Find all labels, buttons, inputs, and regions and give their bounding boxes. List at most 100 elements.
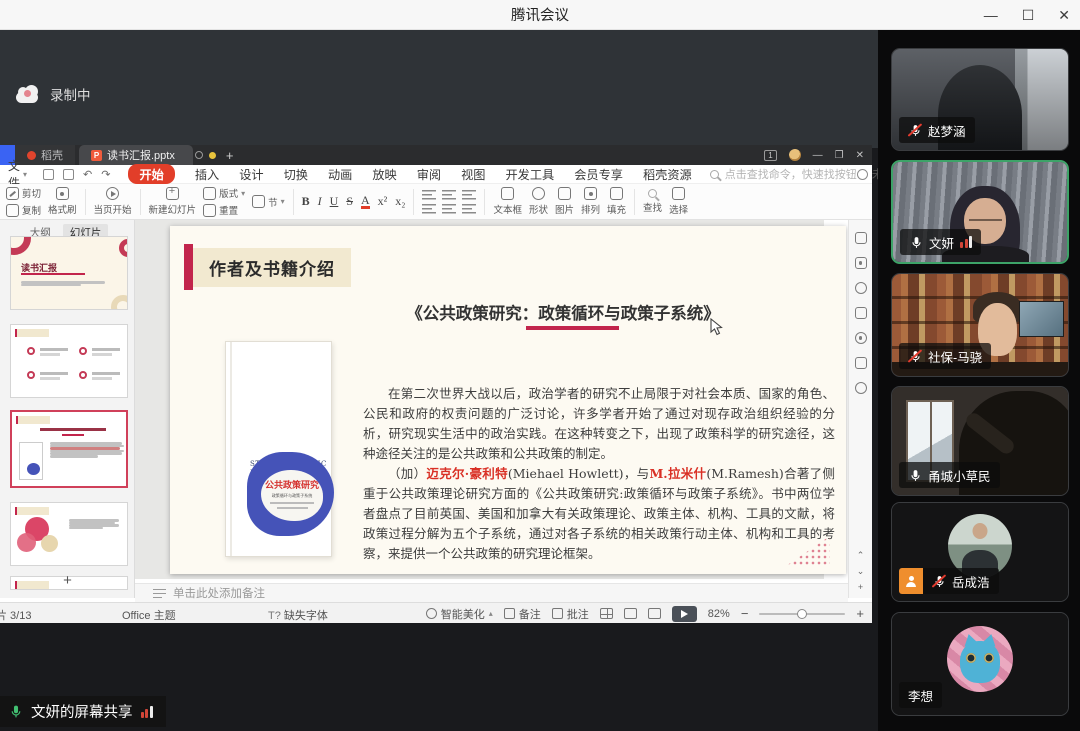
close-button[interactable]: ✕ [1058,7,1070,24]
superscript-button[interactable]: x² [378,194,388,209]
italic-button[interactable]: I [318,194,322,209]
ribbon-tab-devtools[interactable]: 开发工具 [505,165,554,183]
undo-icon[interactable]: ↶ [83,168,92,181]
arrange-button[interactable]: 排列 [581,187,600,216]
command-search[interactable]: 点击查找命令，快速找按钮 [710,166,857,182]
minimize-button[interactable]: — [984,7,998,23]
print-icon[interactable] [63,169,74,180]
number-list-icon[interactable] [442,190,456,200]
new-tab-button[interactable]: + [216,145,244,165]
cut-button[interactable]: 剪切 [6,186,41,200]
wps-close-icon[interactable]: ✕ [856,150,864,161]
ribbon-tab-insert[interactable]: 插入 [195,165,219,183]
image-tools-icon[interactable] [855,357,867,369]
animation-pane-icon[interactable] [855,232,867,244]
properties-icon[interactable] [855,257,867,269]
ribbon-tab-member[interactable]: 会员专享 [574,165,623,183]
add-slide-button[interactable]: + [0,572,135,589]
participant-tile-shebaomaxiao[interactable]: 社保-马骁 [891,273,1069,377]
beautify-icon[interactable] [855,282,867,294]
format-painter-button[interactable]: 格式刷 [48,187,77,216]
slide-thumbnail-3-selected[interactable] [10,410,128,488]
ribbon-tab-slideshow[interactable]: 放映 [372,165,396,183]
slide-heading[interactable]: 《公共政策研究：政策循环与政策子系统》 [290,300,836,324]
zoom-level[interactable]: 82% [708,608,730,620]
ribbon-tab-review[interactable]: 审阅 [417,165,441,183]
help-icon[interactable] [855,332,867,344]
font-color-button[interactable]: A [361,195,370,209]
participant-tile-zhaomenghan[interactable]: 赵梦涵 [891,48,1069,151]
ribbon-tab-transition[interactable]: 切换 [284,165,308,183]
wps-minimize-icon[interactable]: — [813,150,823,161]
zoom-in-button[interactable]: + [856,606,864,621]
underline-button[interactable]: U [330,194,339,209]
wps-menu-row: 文件 ▾ ↶ ↷ 开始 插入 设计 切换 动画 放映 审阅 视图 [0,165,872,184]
select-button[interactable]: 选择 [669,187,688,216]
zoom-slider-knob[interactable] [797,609,807,619]
fill-button[interactable]: 填充 [607,187,626,216]
selection-pane-icon[interactable] [855,307,867,319]
shape-button[interactable]: 形状 [529,187,548,216]
redo-icon[interactable]: ↷ [101,168,110,181]
play-from-current-button[interactable]: 当页开始 [94,187,132,216]
align-left-icon[interactable] [422,204,436,214]
slide-thumbnail-4[interactable] [10,502,128,566]
ribbon-tabs: 开始 插入 设计 切换 动画 放映 审阅 视图 开发工具 会员专享 稻壳资源 [128,164,691,184]
indent-icon[interactable] [462,190,476,200]
textbox-button[interactable]: 文本框 [493,187,522,216]
participant-tile-yongchengxiaocaomin[interactable]: 甬城小草民 [891,386,1069,496]
notes-bar[interactable]: 单击此处添加备注 [135,583,848,602]
book-subtitle: 政策循环与政策子系统 [264,493,320,498]
save-icon[interactable] [43,169,54,180]
ribbon-tab-docer-res[interactable]: 稻壳资源 [643,165,692,183]
bullet-list-icon[interactable] [422,190,436,200]
participant-tile-wenyan-speaking[interactable]: 文妍 [891,160,1069,264]
sorter-view-icon[interactable] [624,608,637,619]
section-button[interactable]: 节▾ [252,195,285,209]
zoom-out-button[interactable]: − [741,606,749,621]
next-slide-icon[interactable]: ⌄ [857,566,865,577]
participant-tile-yuechenghao[interactable]: 岳成浩 [891,502,1069,602]
ribbon-tab-animation[interactable]: 动画 [328,165,352,183]
ribbon-tab-design[interactable]: 设计 [239,165,263,183]
slide-thumbnail-2[interactable] [10,324,128,398]
wps-restore-icon[interactable]: ❐ [835,150,844,161]
workspace-badge[interactable]: 1 [764,150,776,161]
missing-font-status[interactable]: T? 缺失字体 [268,607,328,623]
comments-toggle[interactable]: 批注 [552,606,589,622]
notes-toggle[interactable]: 备注 [504,606,541,622]
bold-button[interactable]: B [302,194,310,209]
layout-button[interactable]: 版式▾ [203,186,245,200]
book-cover-blob: 公共政策研究 政策循环与政策子系统 [247,452,334,536]
book-cover-image[interactable]: STUDYING PUBLIC POLICY 公共政策研究 政策循环与政策子系统 [225,341,332,557]
slide-title-box[interactable]: 作者及书籍介绍 [193,248,351,287]
reading-view-icon[interactable] [648,608,661,619]
picture-button[interactable]: 图片 [555,187,574,216]
normal-view-icon[interactable] [600,608,613,619]
slideshow-play-button[interactable] [672,606,697,622]
ribbon-tab-view[interactable]: 视图 [461,165,485,183]
maximize-button[interactable]: ☐ [1022,7,1035,24]
share-badge-label: 文妍的屏幕共享 [31,701,133,722]
theme-status[interactable]: Office 主题 [122,607,176,623]
subscript-button[interactable]: x₂ [395,194,405,209]
wps-account-avatar[interactable] [789,149,801,161]
new-slide-button[interactable]: 新建幻灯片 [149,187,197,216]
prev-slide-icon[interactable]: ⌃ [857,550,865,561]
smart-beautify-button[interactable]: 智能美化▴ [426,606,493,622]
settings-gear-icon[interactable] [855,382,867,394]
current-slide[interactable]: 作者及书籍介绍 《公共政策研究：政策循环与政策子系统》 STUDYING PUB… [170,226,846,574]
copy-button[interactable]: 复制 [6,203,41,217]
slide-thumbnail-1[interactable]: 读书汇报 [10,236,128,310]
zoom-slider[interactable] [759,613,845,615]
tab-document-active[interactable]: P 读书汇报.pptx [79,145,193,165]
strikethrough-button[interactable]: S [346,194,353,209]
reset-button[interactable]: 重置 [203,203,245,217]
rail-add-icon[interactable]: + [858,582,863,592]
align-center-icon[interactable] [442,204,456,214]
ribbon-tab-home[interactable]: 开始 [128,164,174,184]
slide-body-text[interactable]: 在第二次世界大战以后，政治学者的研究不止局限于对社会本质、国家的角色、公民和政府… [363,384,835,564]
line-spacing-icon[interactable] [462,204,476,214]
participant-tile-lixiang[interactable]: 李想 [891,612,1069,716]
find-button[interactable]: 查找 [643,189,662,214]
